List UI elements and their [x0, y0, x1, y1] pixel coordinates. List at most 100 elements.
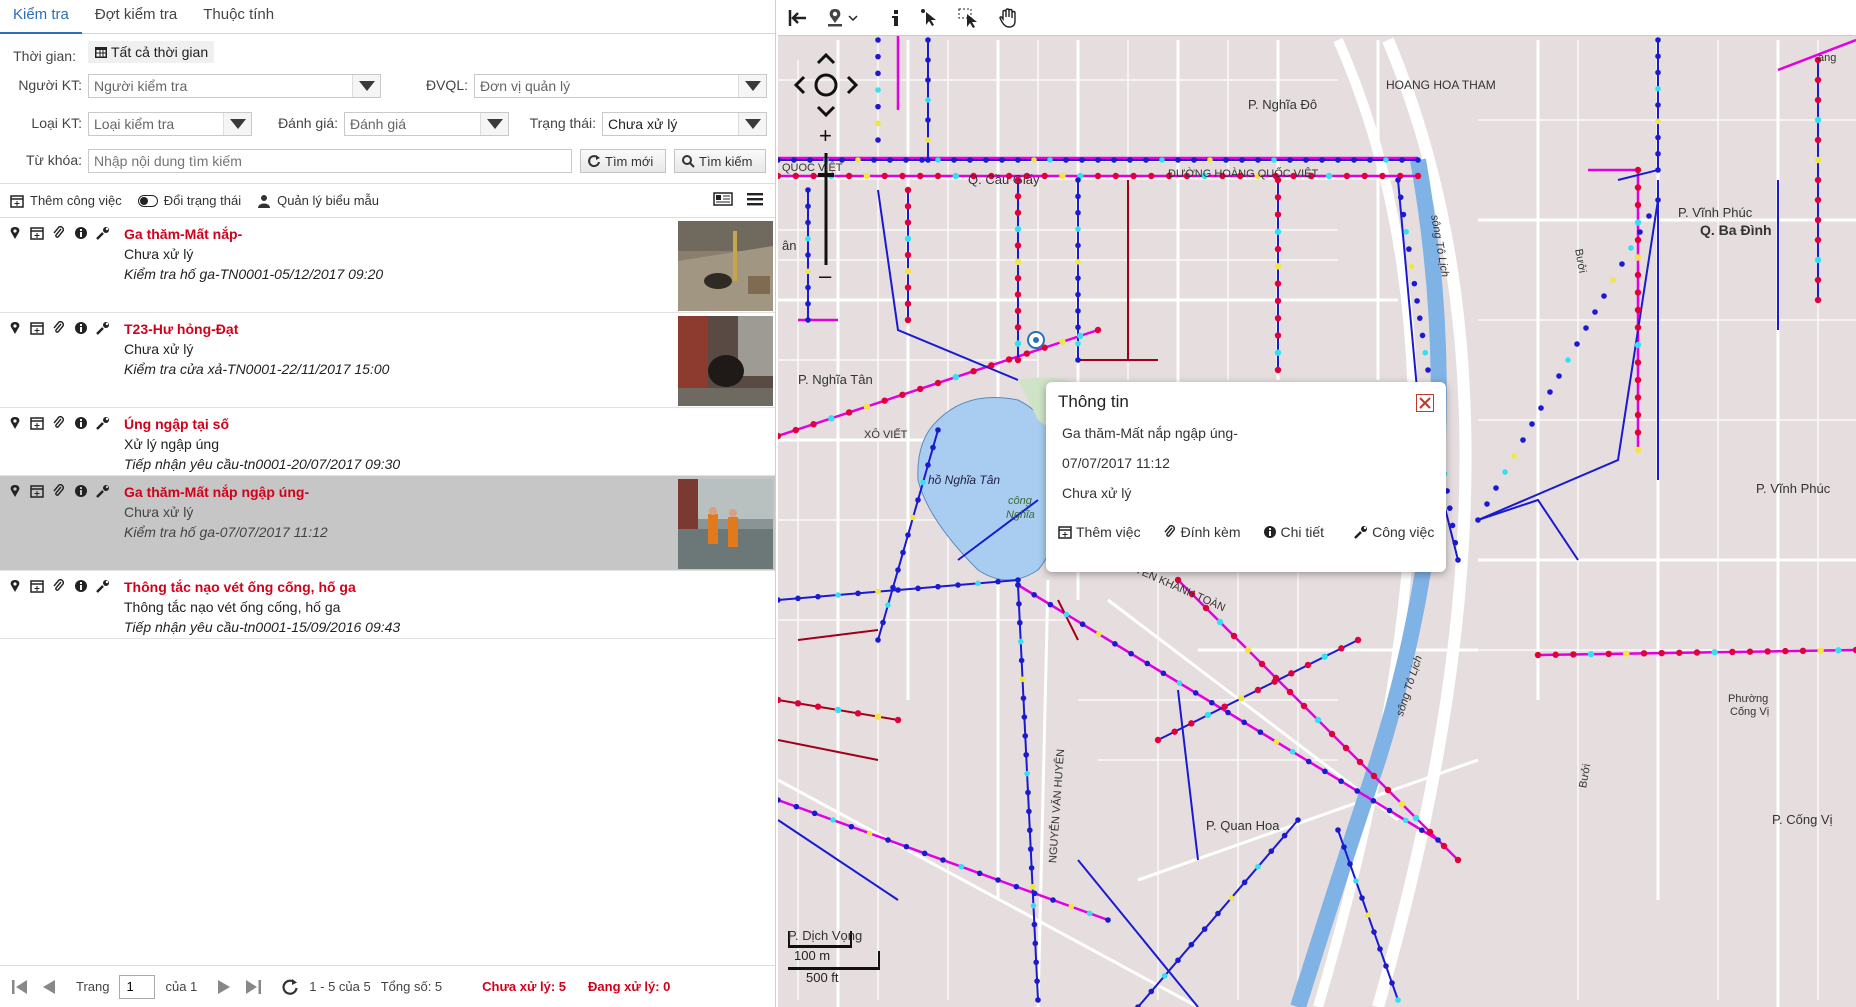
pipe-node[interactable] — [1814, 156, 1822, 164]
pipe-node[interactable] — [1547, 389, 1553, 395]
pipe-node[interactable] — [875, 120, 881, 127]
pipe-node[interactable] — [875, 87, 881, 93]
pipe-node[interactable] — [1370, 797, 1377, 804]
pipe-node[interactable] — [1623, 650, 1630, 657]
pipe-node[interactable] — [1086, 910, 1093, 917]
pipe-node[interactable] — [915, 497, 921, 503]
last-page-icon[interactable] — [243, 978, 263, 996]
pipe-node[interactable] — [1289, 748, 1296, 755]
pipe-node[interactable] — [1484, 501, 1490, 507]
pipe-node[interactable] — [1634, 359, 1642, 366]
pipe-node[interactable] — [1655, 167, 1661, 173]
pipe-node[interactable] — [1814, 136, 1822, 144]
pipe-node[interactable] — [1019, 676, 1026, 683]
pipe-node[interactable] — [1094, 326, 1102, 334]
pipe-node[interactable] — [925, 57, 931, 63]
pipe-node[interactable] — [1634, 236, 1642, 244]
pipe-node[interactable] — [1241, 719, 1247, 726]
pipe-node[interactable] — [1274, 211, 1282, 218]
pipe-node[interactable] — [1188, 941, 1195, 948]
pipe-node[interactable] — [1143, 157, 1149, 163]
pipe-node[interactable] — [895, 567, 901, 573]
pan-hand-icon[interactable] — [998, 7, 1018, 28]
pipe-node[interactable] — [1408, 263, 1415, 270]
pipe-node[interactable] — [1419, 827, 1425, 833]
pipe-node[interactable] — [1342, 744, 1350, 752]
pipe-node[interactable] — [1274, 228, 1282, 236]
pipe-node[interactable] — [1159, 157, 1165, 163]
pipe-node[interactable] — [1111, 157, 1117, 163]
pipe-node[interactable] — [1449, 522, 1456, 529]
pipe-node[interactable] — [1634, 341, 1642, 349]
pipe-node[interactable] — [1023, 350, 1031, 357]
list-item[interactable]: Thông tắc nạo vét ống cống, hố ga Thông … — [0, 571, 775, 639]
pipe-node[interactable] — [1068, 903, 1075, 910]
pipe-node[interactable] — [863, 172, 871, 180]
pipe-node[interactable] — [1271, 157, 1277, 163]
item-photo[interactable] — [678, 316, 773, 406]
pipe-node[interactable] — [1274, 297, 1282, 305]
wrench-icon[interactable] — [96, 579, 110, 593]
calendar-add-icon[interactable] — [30, 416, 44, 430]
pipe-node[interactable] — [1412, 814, 1420, 822]
first-page-icon[interactable] — [10, 978, 30, 996]
pipe-node[interactable] — [875, 103, 881, 110]
pipe-node[interactable] — [899, 172, 906, 180]
pipe-node[interactable] — [904, 300, 912, 307]
pipe-node[interactable] — [1354, 636, 1362, 644]
pipe-node[interactable] — [899, 391, 906, 398]
pipe-node[interactable] — [805, 219, 811, 226]
pipe-node[interactable] — [1655, 53, 1661, 60]
pipe-node[interactable] — [1322, 768, 1328, 775]
manage-forms-button[interactable]: Quản lý biểu mẫu — [257, 193, 379, 208]
pipe-node[interactable] — [1127, 157, 1133, 163]
pipe-node[interactable] — [1799, 647, 1807, 655]
pipe-node[interactable] — [1274, 245, 1282, 253]
pipe-node[interactable] — [1075, 357, 1081, 363]
pipe-node[interactable] — [935, 583, 941, 590]
inspector-select[interactable]: Người kiểm tra — [88, 74, 381, 98]
pipe-node[interactable] — [983, 157, 989, 163]
pipe-node[interactable] — [1077, 332, 1084, 340]
pipe-node[interactable] — [1014, 258, 1022, 266]
pipe-node[interactable] — [1325, 172, 1333, 180]
calendar-add-icon[interactable] — [30, 226, 44, 240]
pipe-node[interactable] — [875, 70, 881, 77]
pipe-node[interactable] — [1538, 405, 1544, 411]
pipe-node[interactable] — [1034, 978, 1040, 984]
pipe-node[interactable] — [871, 157, 877, 163]
pipe-node[interactable] — [1634, 411, 1642, 419]
pipe-node[interactable] — [1655, 197, 1661, 203]
pipe-node[interactable] — [905, 532, 911, 538]
pipe-node[interactable] — [1354, 788, 1361, 794]
pipe-node[interactable] — [1454, 856, 1462, 864]
pipe-node[interactable] — [1425, 367, 1431, 373]
pipe-node[interactable] — [1020, 695, 1027, 701]
pipe-node[interactable] — [1729, 648, 1736, 656]
pipe-node[interactable] — [1225, 709, 1231, 716]
pipe-node[interactable] — [1171, 728, 1178, 735]
pipe-node[interactable] — [1112, 172, 1119, 180]
pipe-node[interactable] — [1601, 293, 1607, 299]
pipe-node[interactable] — [1047, 157, 1053, 163]
pipe-node[interactable] — [1628, 245, 1634, 251]
pipe-node[interactable] — [934, 379, 942, 387]
pipe-node[interactable] — [1014, 340, 1022, 347]
search-button[interactable]: Tìm kiếm — [674, 149, 766, 173]
pipe-node[interactable] — [1031, 157, 1037, 163]
info-icon[interactable] — [74, 226, 88, 240]
pipe-node[interactable] — [1814, 96, 1822, 104]
pipe-node[interactable] — [1814, 276, 1822, 284]
pipe-node[interactable] — [1075, 340, 1081, 347]
pipe-node[interactable] — [940, 857, 946, 863]
pipe-node[interactable] — [1411, 280, 1418, 287]
pipe-node[interactable] — [1287, 157, 1293, 163]
select-area-icon[interactable] — [958, 8, 980, 28]
pipe-node[interactable] — [805, 235, 811, 242]
pipe-node[interactable] — [1063, 157, 1069, 163]
pipe-node[interactable] — [1646, 213, 1652, 219]
pipe-node[interactable] — [814, 703, 822, 710]
pipe-node[interactable] — [1175, 957, 1181, 964]
pipe-node[interactable] — [1637, 229, 1643, 235]
state-select[interactable]: Chưa xử lý — [602, 112, 767, 136]
